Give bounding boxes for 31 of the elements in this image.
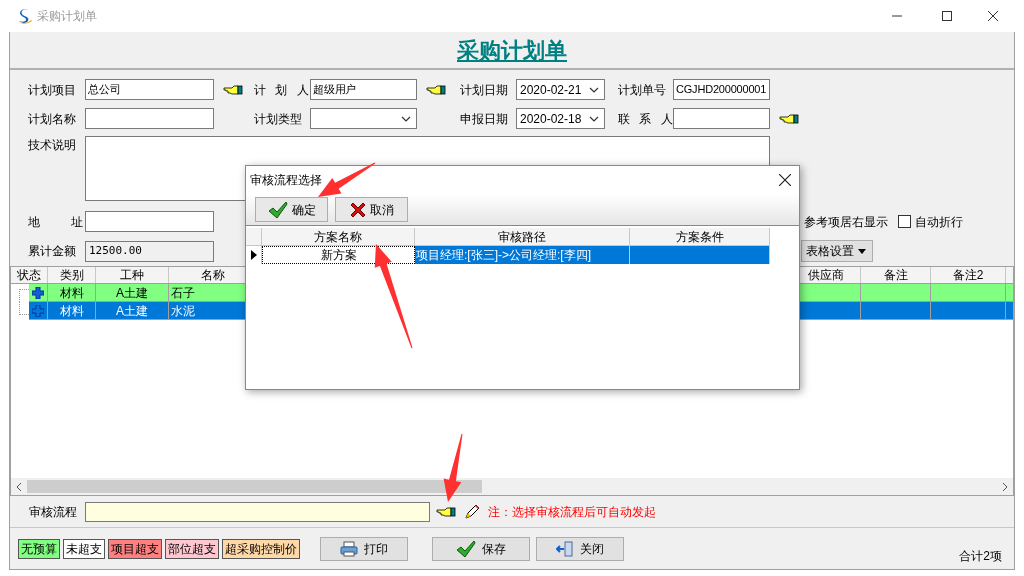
table-cell: 项目经理:[张三]->公司经理:[李四]	[415, 246, 630, 264]
field-label: 计划名称	[28, 110, 76, 128]
field-label: 计划日期	[460, 81, 508, 99]
table-cell: 材料	[48, 302, 96, 320]
table-cell: 新方案	[262, 246, 415, 264]
legend-tag: 超采购控制价	[222, 538, 300, 559]
field-label: 计划项目	[28, 81, 76, 99]
table-cell: 材料	[48, 284, 96, 302]
field-label: 计划单号	[618, 81, 666, 99]
field-label: 申报日期	[460, 110, 508, 128]
legend-tag: 无预算	[18, 538, 60, 559]
field-label: 累计金额	[28, 243, 76, 260]
legend-tag: 项目超支	[108, 538, 162, 559]
note-text: 注：选择审核流程后可自动发起	[488, 503, 656, 521]
table-cell: A土建	[96, 302, 169, 320]
field-label: 地 址	[28, 213, 83, 231]
window-title: 采购计划单	[37, 8, 97, 25]
legend-tag: 未超支	[63, 538, 105, 559]
legend-tag: 部位超支	[165, 538, 219, 559]
checkbox-label: 自动折行	[915, 213, 963, 231]
field-label: 计 划 人	[254, 81, 309, 99]
field-label: 联 系 人	[618, 110, 673, 128]
form-heading: 采购计划单	[457, 36, 567, 65]
table-cell: A土建	[96, 284, 169, 302]
field-label: 技术说明	[28, 137, 76, 154]
dialog-title: 审核流程选择	[250, 172, 322, 189]
field-label: 审核流程	[29, 503, 78, 521]
readonly-field: 12500.00	[85, 240, 214, 262]
field-label: 计划类型	[254, 110, 302, 128]
total-count: 合计2项	[959, 547, 1002, 565]
option-label: 参考项居右显示	[804, 213, 888, 231]
